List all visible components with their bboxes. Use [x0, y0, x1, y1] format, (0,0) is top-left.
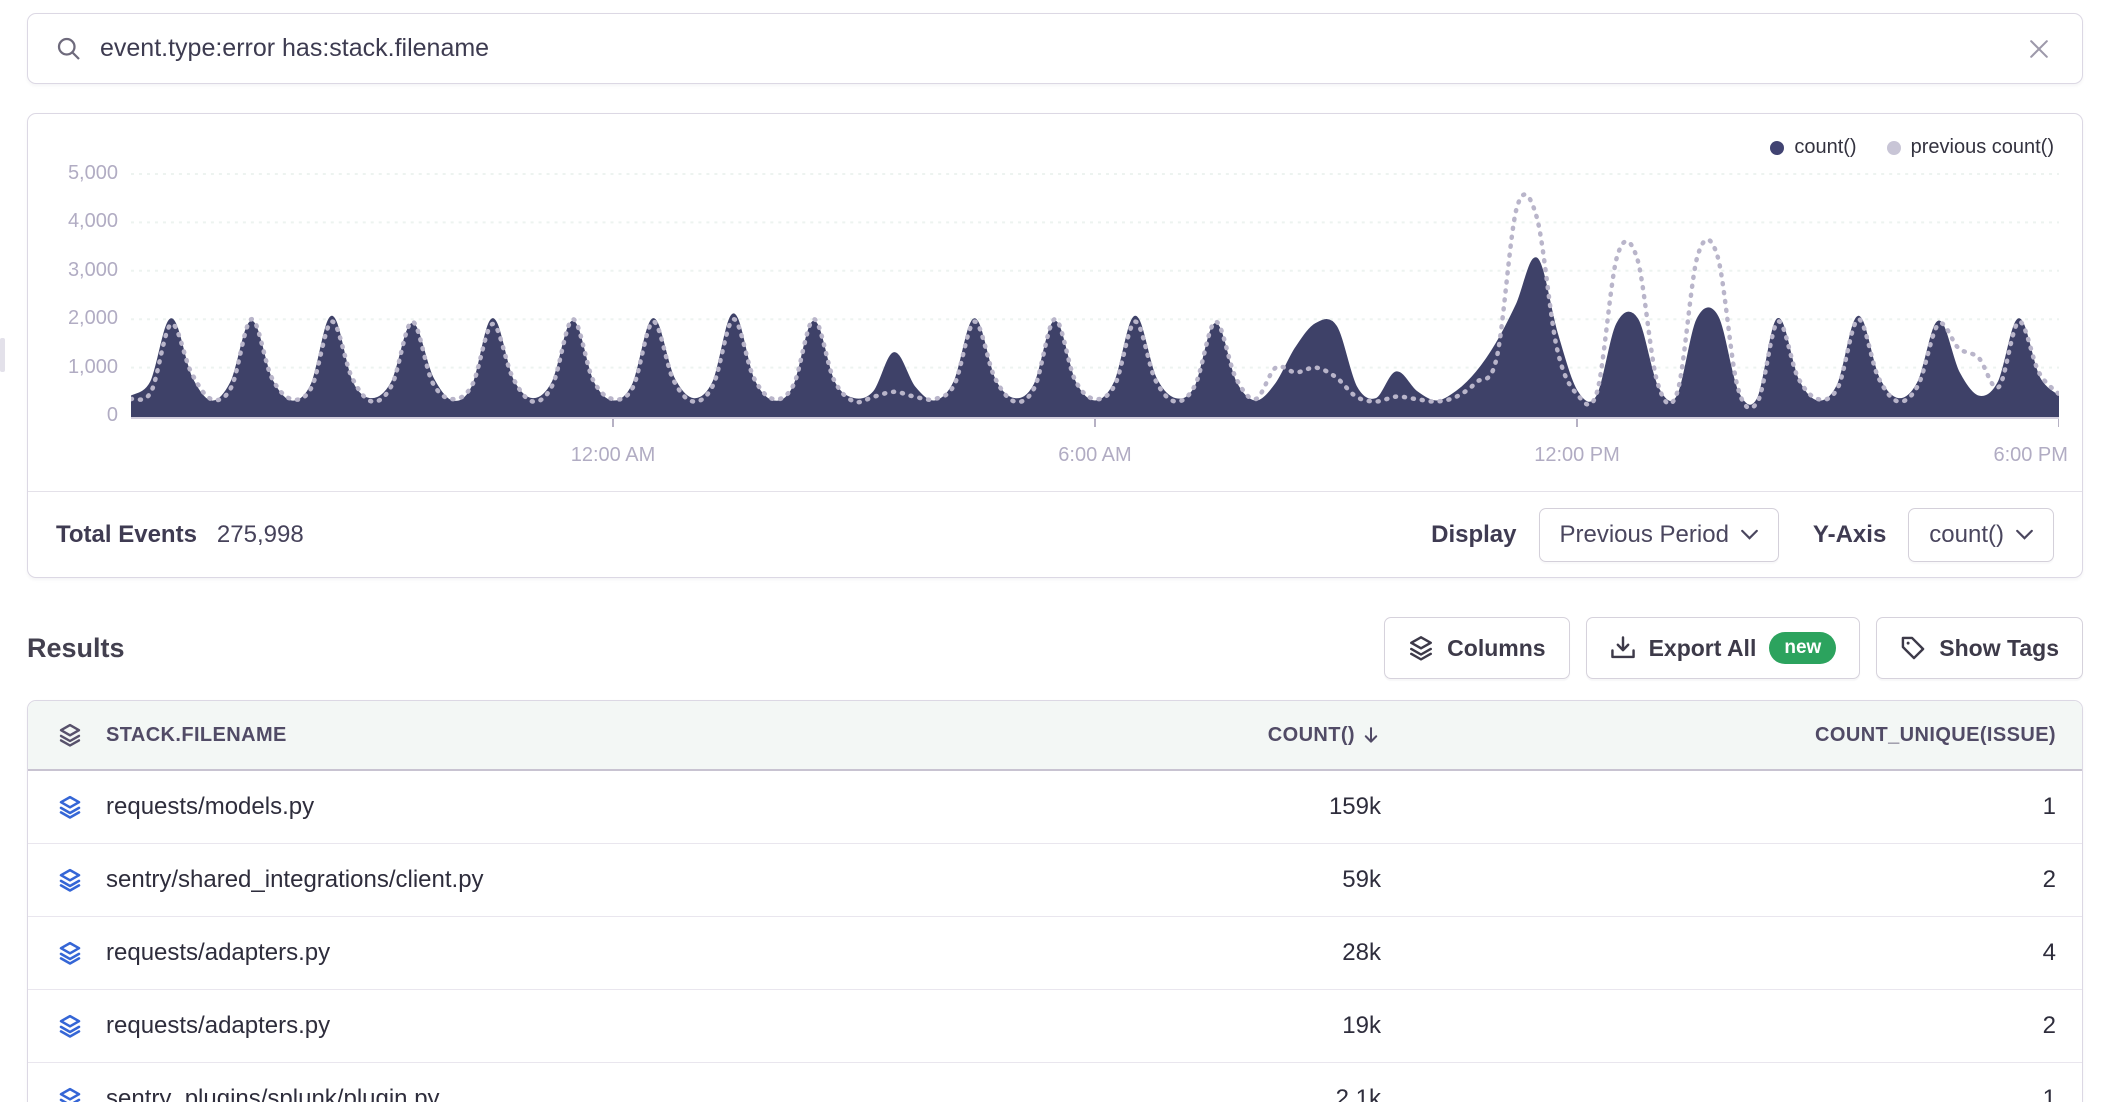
count-unique-issue-cell: 2 [1381, 1012, 2082, 1040]
count-unique-issue-cell: 4 [1381, 939, 2082, 967]
x-axis-tick-label: 6:00 AM [1058, 444, 1131, 467]
layers-icon [58, 868, 82, 892]
y-axis-dropdown-value: count() [1929, 521, 2004, 549]
sort-desc-icon [1361, 725, 1381, 745]
column-header-stack-filename[interactable]: STACK.FILENAME [28, 723, 1181, 747]
x-axis-tick-label: 6:00 PM [1993, 444, 2067, 467]
display-label: Display [1431, 521, 1516, 549]
count-cell: 2.1k [1181, 1085, 1381, 1102]
layers-icon [58, 1014, 82, 1038]
stack-filename-cell: sentry/shared_integrations/client.py [106, 866, 484, 894]
export-all-button[interactable]: Export All new [1586, 617, 1861, 679]
table-body: requests/models.py 159k 1 sentry/shared_… [28, 771, 2082, 1102]
y-axis-tick-label: 1,000 [28, 356, 118, 379]
search-icon [54, 34, 84, 64]
total-events-label: Total Events [56, 521, 197, 549]
results-header-row: Results Columns Export All new Sho [27, 617, 2083, 679]
show-tags-button[interactable]: Show Tags [1876, 617, 2083, 679]
x-axis-tick-label: 12:00 AM [571, 444, 656, 467]
count-cell: 28k [1181, 939, 1381, 967]
new-badge: new [1769, 632, 1836, 664]
y-axis-tick-label: 2,000 [28, 307, 118, 330]
y-axis-tick-label: 0 [28, 404, 118, 427]
cell-actions-button[interactable] [58, 795, 82, 819]
stack-filename-cell: requests/adapters.py [106, 1012, 330, 1040]
search-input[interactable] [100, 34, 2006, 63]
table-header-row: STACK.FILENAME COUNT() COUNT_UNIQUE(ISSU… [28, 701, 2082, 771]
count-unique-issue-cell: 1 [1381, 793, 2082, 821]
results-table: STACK.FILENAME COUNT() COUNT_UNIQUE(ISSU… [27, 700, 2083, 1102]
chart-footer: Total Events 275,998 Display Previous Pe… [28, 491, 2082, 577]
column-header-count[interactable]: COUNT() [1181, 724, 1381, 747]
results-title: Results [27, 633, 125, 664]
count-unique-issue-cell: 2 [1381, 866, 2082, 894]
tag-icon [1900, 635, 1926, 661]
layers-icon [58, 795, 82, 819]
total-events-value: 275,998 [217, 521, 304, 549]
legend-label: count() [1794, 136, 1856, 159]
count-cell: 19k [1181, 1012, 1381, 1040]
y-axis-dropdown[interactable]: count() [1908, 508, 2054, 562]
count-unique-issue-cell: 1 [1381, 1085, 2082, 1102]
cell-actions-button[interactable] [58, 1087, 82, 1102]
legend-item-previous-count[interactable]: previous count() [1887, 136, 2054, 159]
cell-actions-button[interactable] [58, 941, 82, 965]
close-icon [2026, 36, 2052, 62]
columns-button-label: Columns [1447, 635, 1545, 662]
stack-filename-cell: sentry_plugins/splunk/plugin.py [106, 1085, 440, 1102]
column-header-label: COUNT_UNIQUE(ISSUE) [1815, 724, 2056, 746]
stack-filename-cell: requests/adapters.py [106, 939, 330, 967]
table-row: sentry_plugins/splunk/plugin.py 2.1k 1 [28, 1063, 2082, 1102]
column-header-label: STACK.FILENAME [106, 724, 287, 747]
table-row: requests/adapters.py 19k 2 [28, 990, 2082, 1063]
cell-actions-button[interactable] [58, 1014, 82, 1038]
legend-item-count[interactable]: count() [1770, 136, 1856, 159]
clear-search-button[interactable] [2022, 32, 2056, 66]
column-header-count-unique-issue[interactable]: COUNT_UNIQUE(ISSUE) [1381, 724, 2082, 747]
layers-icon [1408, 635, 1434, 661]
previous-count-series-dot [1887, 141, 1901, 155]
column-header-label: COUNT() [1268, 724, 1355, 747]
events-area-chart[interactable] [131, 159, 2059, 429]
x-axis-tick-label: 12:00 PM [1534, 444, 1620, 467]
chart-legend: count() previous count() [1770, 136, 2054, 159]
chart-x-axis: 12:00 AM6:00 AM12:00 PM6:00 PM [131, 444, 2059, 470]
download-icon [1610, 635, 1636, 661]
stack-filename-cell: requests/models.py [106, 793, 314, 821]
chevron-down-icon [2016, 529, 2033, 540]
count-series-dot [1770, 141, 1784, 155]
display-dropdown[interactable]: Previous Period [1539, 508, 1779, 562]
y-axis-tick-label: 4,000 [28, 210, 118, 233]
legend-label: previous count() [1911, 136, 2054, 159]
clipped-edge-artifact [0, 338, 5, 372]
chevron-down-icon [1741, 529, 1758, 540]
table-row: requests/models.py 159k 1 [28, 771, 2082, 844]
cell-actions-button[interactable] [58, 868, 82, 892]
table-row: sentry/shared_integrations/client.py 59k… [28, 844, 2082, 917]
y-axis-tick-label: 3,000 [28, 259, 118, 282]
export-all-button-label: Export All [1649, 635, 1757, 662]
count-cell: 159k [1181, 793, 1381, 821]
y-axis-label: Y-Axis [1813, 521, 1886, 549]
layers-icon [58, 941, 82, 965]
table-row: requests/adapters.py 28k 4 [28, 917, 2082, 990]
y-axis-tick-label: 5,000 [28, 162, 118, 185]
columns-button[interactable]: Columns [1384, 617, 1569, 679]
layers-icon [58, 1087, 82, 1102]
events-chart-panel: count() previous count() 0 1,000 2,000 3,00… [27, 113, 2083, 578]
layers-icon [58, 723, 82, 747]
show-tags-button-label: Show Tags [1939, 635, 2059, 662]
display-dropdown-value: Previous Period [1560, 521, 1729, 549]
count-cell: 59k [1181, 866, 1381, 894]
search-bar[interactable] [27, 13, 2083, 84]
